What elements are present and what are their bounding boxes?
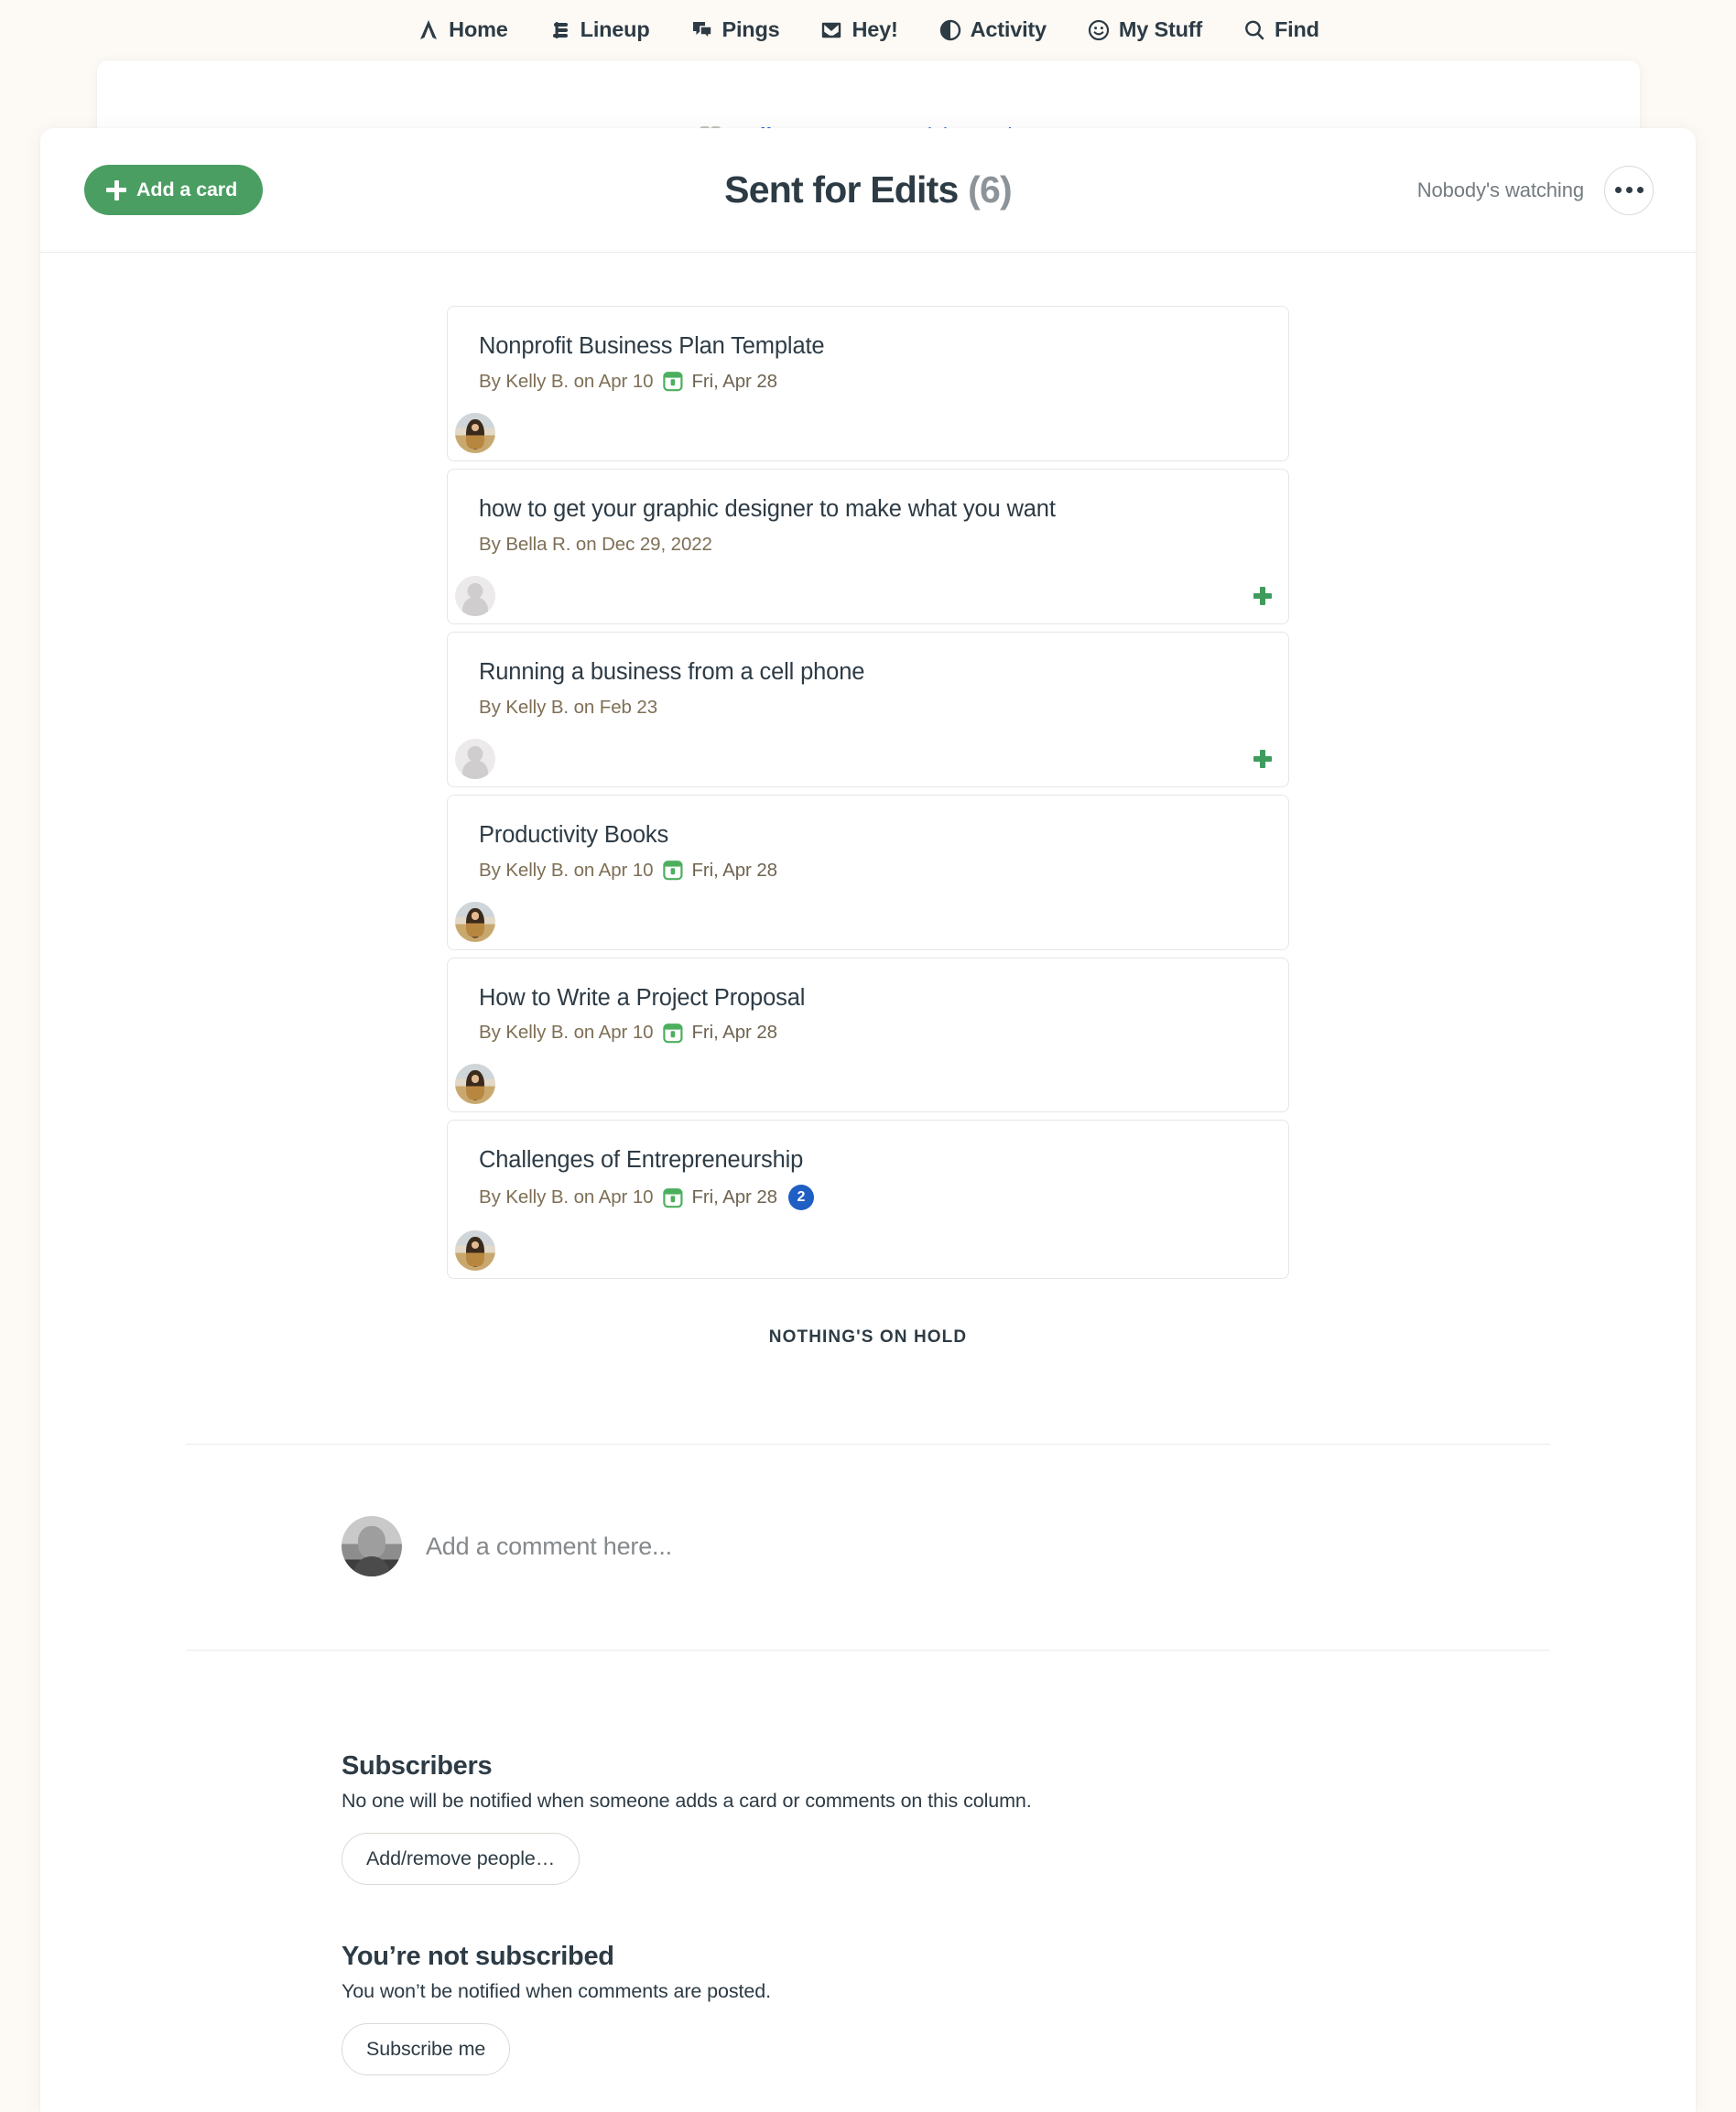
card-title: How to Write a Project Proposal — [479, 984, 806, 1011]
subscribers-description: No one will be notified when someone add… — [342, 1790, 1032, 1813]
card-title: how to get your graphic designer to make… — [479, 495, 1056, 522]
calendar-icon — [663, 371, 683, 392]
plus-icon — [106, 179, 126, 200]
card-due-date: Fri, Apr 28 — [691, 1186, 777, 1208]
search-icon — [1242, 18, 1266, 42]
watching-status[interactable]: Nobody's watching — [1417, 179, 1584, 202]
card-author: By Bella R. on Dec 29, 2022 — [479, 533, 712, 555]
add-remove-people-button[interactable]: Add/remove people… — [342, 1833, 580, 1886]
home-icon — [417, 18, 440, 42]
nav-item-activity[interactable]: Activity — [918, 15, 1067, 46]
card-author: By Kelly B. on Feb 23 — [479, 696, 658, 718]
column-header: Add a card Sent for Edits (6) Nobody's w… — [40, 128, 1696, 253]
avatar[interactable] — [455, 1064, 495, 1105]
calendar-icon — [663, 1023, 683, 1044]
add-card-label: Add a card — [136, 179, 238, 200]
calendar-icon — [663, 860, 683, 881]
column-panel: Add a card Sent for Edits (6) Nobody's w… — [40, 128, 1696, 2112]
card-item[interactable]: Productivity Books By Kelly B. on Apr 10… — [447, 794, 1289, 950]
assign-person-avatar-placeholder[interactable] — [455, 575, 495, 616]
calendar-icon — [663, 1187, 683, 1208]
card-item[interactable]: Nonprofit Business Plan Template By Kell… — [447, 306, 1289, 461]
nav-item-my-stuff[interactable]: My Stuff — [1067, 15, 1222, 46]
header-actions: Nobody's watching — [1417, 165, 1654, 215]
nav-label-home: Home — [449, 17, 508, 42]
nav-item-hey[interactable]: Hey! — [799, 15, 917, 46]
card-meta: By Kelly B. on Apr 10 Fri, Apr 28 — [479, 371, 1257, 393]
dot — [1625, 187, 1633, 193]
card-meta: By Kelly B. on Feb 23 — [479, 697, 1257, 719]
card-author: By Kelly B. on Apr 10 — [479, 370, 654, 392]
card-title: Nonprofit Business Plan Template — [479, 333, 825, 359]
card-meta: By Kelly B. on Apr 10 Fri, Apr 28 — [479, 860, 1257, 882]
card-count: (6) — [968, 168, 1013, 211]
subscription-description: You won’t be notified when comments are … — [342, 1980, 771, 2003]
nav-label-my-stuff: My Stuff — [1118, 17, 1203, 42]
assign-person-avatar-placeholder[interactable] — [455, 738, 495, 779]
card-title: Running a business from a cell phone — [479, 658, 865, 685]
subscribe-me-button[interactable]: Subscribe me — [342, 2023, 511, 2076]
card-due-date: Fri, Apr 28 — [691, 859, 777, 881]
avatar[interactable] — [455, 901, 495, 942]
add-person-plus-icon[interactable] — [1253, 586, 1272, 605]
nav-item-home[interactable]: Home — [396, 15, 528, 46]
add-person-plus-icon[interactable] — [1253, 749, 1272, 768]
nav-item-lineup[interactable]: Lineup — [528, 15, 670, 46]
page-title-text: Sent for Edits — [724, 168, 959, 211]
activity-icon — [939, 18, 962, 42]
nav-item-pings[interactable]: Pings — [670, 15, 800, 46]
comment-input[interactable]: Add a comment here... — [426, 1533, 672, 1561]
comment-composer[interactable]: Add a comment here... — [186, 1445, 1550, 1595]
comment-count-badge: 2 — [787, 1185, 814, 1211]
card-item[interactable]: how to get your graphic designer to make… — [447, 468, 1289, 624]
subscription-heading: You’re not subscribed — [342, 1942, 614, 1972]
card-item[interactable]: How to Write a Project Proposal By Kelly… — [447, 957, 1289, 1113]
global-navbar: Home Lineup Pings Hey! Activity My Stuff… — [0, 0, 1736, 60]
card-author: By Kelly B. on Apr 10 — [479, 859, 654, 881]
dot — [1614, 187, 1622, 193]
nav-label-find: Find — [1275, 17, 1319, 42]
card-title: Productivity Books — [479, 821, 669, 848]
nav-item-find[interactable]: Find — [1222, 15, 1340, 46]
my-stuff-smiley-icon — [1087, 18, 1111, 42]
nav-label-hey: Hey! — [852, 17, 898, 42]
lineup-icon — [548, 18, 572, 42]
card-due-date: Fri, Apr 28 — [691, 1022, 777, 1044]
add-card-button[interactable]: Add a card — [84, 165, 264, 215]
nav-label-pings: Pings — [722, 17, 780, 42]
avatar — [342, 1516, 402, 1577]
nav-label-activity: Activity — [970, 17, 1047, 42]
dot — [1636, 187, 1644, 193]
card-title: Challenges of Entrepreneurship — [479, 1147, 804, 1174]
hey-inbox-icon — [819, 18, 843, 42]
card-meta: By Bella R. on Dec 29, 2022 — [479, 534, 1257, 556]
card-list: Nonprofit Business Plan Template By Kell… — [447, 306, 1289, 1286]
card-author: By Kelly B. on Apr 10 — [479, 1022, 654, 1044]
card-author: By Kelly B. on Apr 10 — [479, 1186, 654, 1208]
card-meta: By Kelly B. on Apr 10 Fri, Apr 28 — [479, 1022, 1257, 1044]
subscribers-heading: Subscribers — [342, 1751, 493, 1782]
card-item[interactable]: Challenges of Entrepreneurship By Kelly … — [447, 1120, 1289, 1280]
avatar[interactable] — [455, 412, 495, 453]
more-options-icon[interactable] — [1604, 165, 1654, 215]
on-hold-label: NOTHING'S ON HOLD — [768, 1327, 968, 1348]
nav-label-lineup: Lineup — [580, 17, 650, 42]
avatar[interactable] — [455, 1230, 495, 1272]
subscribers-section: Subscribers No one will be notified when… — [186, 1651, 1550, 2076]
card-item[interactable]: Running a business from a cell phone By … — [447, 631, 1289, 787]
person-body-shape — [462, 759, 488, 779]
card-meta: By Kelly B. on Apr 10 Fri, Apr 28 2 — [479, 1185, 1257, 1211]
subscription-section: You’re not subscribed You won’t be notif… — [342, 1942, 1550, 2076]
person-body-shape — [462, 596, 488, 616]
pings-icon — [690, 18, 714, 42]
card-due-date: Fri, Apr 28 — [691, 370, 777, 392]
